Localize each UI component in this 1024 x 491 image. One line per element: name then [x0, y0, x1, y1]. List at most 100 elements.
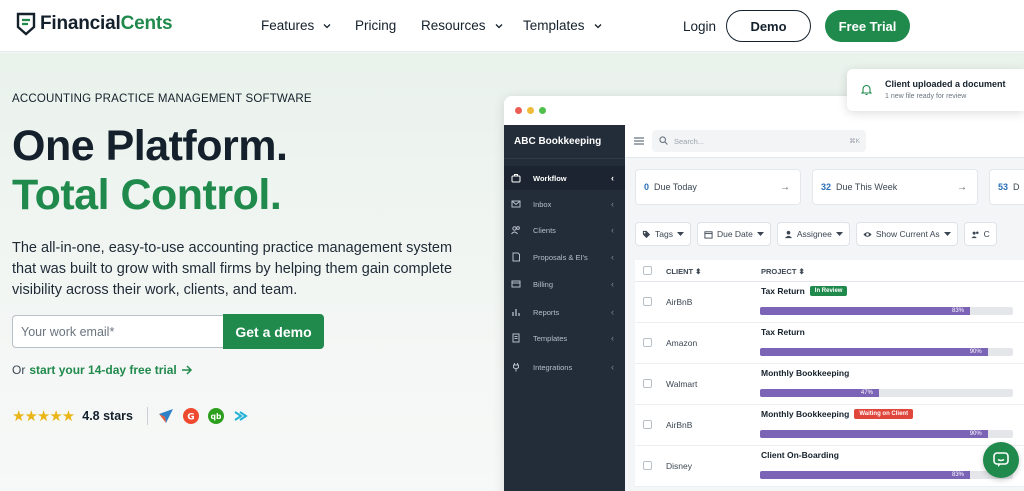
- project-name[interactable]: Monthly Bookkeeping: [761, 368, 849, 378]
- sidebar-divider: [504, 158, 625, 159]
- close-dot-icon: [515, 107, 522, 114]
- row-checkbox[interactable]: [643, 297, 652, 306]
- login-link[interactable]: Login: [683, 19, 716, 34]
- filter-c[interactable]: C: [963, 222, 997, 246]
- due-card[interactable]: 0 Due Today →: [635, 169, 801, 205]
- progress-label: 90%: [969, 349, 982, 355]
- chat-button[interactable]: [983, 442, 1019, 478]
- app-sidebar: ABC Bookkeeping Workflow ‹ Inbox ‹ Clients ‹ P…: [504, 125, 625, 491]
- progress-bar: 83%: [760, 307, 1013, 315]
- brand-name: FinancialCents: [40, 13, 173, 34]
- search-icon: [659, 136, 668, 145]
- project-name[interactable]: Monthly Bookkeeping Waiting on Client: [761, 409, 914, 419]
- quickbooks-icon: qb: [207, 408, 224, 424]
- row-checkbox[interactable]: [643, 379, 652, 388]
- svg-text:qb: qb: [211, 412, 222, 421]
- select-all-checkbox[interactable]: [643, 266, 652, 275]
- due-card[interactable]: 53 D: [989, 169, 1024, 205]
- chevron-left-icon: ‹: [611, 279, 614, 289]
- chevron-left-icon: ‹: [611, 362, 614, 372]
- chevron-left-icon: ‹: [611, 333, 614, 343]
- chevron-down-icon: [594, 23, 601, 28]
- minimize-dot-icon: [527, 107, 534, 114]
- sidebar-item-label: Billing: [533, 279, 554, 289]
- maximize-dot-icon: [539, 107, 546, 114]
- project-name[interactable]: Tax Return In Review: [761, 286, 848, 296]
- hero-eyebrow: ACCOUNTING PRACTICE MANAGEMENT SOFTWARE: [12, 93, 312, 105]
- brand-logo[interactable]: FinancialCents: [16, 12, 173, 36]
- sidebar-item-proposals-ei-s[interactable]: Proposals & EI's ‹: [504, 245, 625, 269]
- app-screenshot: ABC Bookkeeping Workflow ‹ Inbox ‹ Clients ‹ P…: [504, 96, 1024, 491]
- status-badge: Waiting on Client: [854, 409, 914, 419]
- project-name[interactable]: Client On-Boarding: [761, 450, 839, 460]
- caret-down-icon: [943, 231, 951, 236]
- free-trial-button[interactable]: Free Trial: [825, 10, 910, 42]
- nav-link-features[interactable]: Features: [261, 18, 332, 33]
- sidebar-item-billing[interactable]: Billing ‹: [504, 272, 625, 296]
- due-label: Due This Week: [836, 182, 898, 192]
- row-checkbox[interactable]: [643, 420, 652, 429]
- person-icon: [784, 230, 792, 238]
- sidebar-item-integrations[interactable]: Integrations ‹: [504, 355, 625, 379]
- bell-icon: [861, 84, 872, 96]
- app-search-input[interactable]: Search... ⌘K: [652, 130, 866, 152]
- notification-title: Client uploaded a document: [885, 79, 1006, 89]
- star-rating-icon: ★★★★★: [12, 408, 75, 425]
- work-email-input[interactable]: [12, 315, 224, 348]
- sidebar-item-label: Workflow: [533, 173, 567, 183]
- due-label: Due Today: [654, 182, 697, 192]
- sidebar-item-label: Templates: [533, 333, 568, 343]
- notification-toast[interactable]: Client uploaded a document 1 new file re…: [847, 69, 1024, 111]
- get-demo-button[interactable]: Get a demo: [223, 314, 324, 349]
- status-badge: In Review: [809, 286, 848, 296]
- sidebar-item-clients[interactable]: Clients ‹: [504, 218, 625, 242]
- tag-icon: [642, 230, 651, 238]
- nav-link-templates[interactable]: Templates: [523, 18, 603, 33]
- table-row[interactable]: Disney Client On-Boarding 83%: [635, 446, 1024, 487]
- chat-icon: [993, 452, 1009, 467]
- sidebar-item-inbox[interactable]: Inbox ‹: [504, 192, 625, 216]
- progress-label: 47%: [860, 390, 873, 396]
- table-row[interactable]: AirBnB Monthly Bookkeeping Waiting on Clie…: [635, 405, 1024, 446]
- progress-fill: [760, 348, 988, 356]
- demo-button[interactable]: Demo: [726, 10, 811, 42]
- table-row[interactable]: Amazon Tax Return 90%: [635, 323, 1024, 364]
- app-topbar: Search... ⌘K: [625, 125, 1024, 158]
- chevron-left-icon: ‹: [611, 307, 614, 317]
- filter-due-date[interactable]: Due Date: [696, 222, 771, 246]
- col-client[interactable]: CLIENT ⬍: [666, 267, 701, 276]
- rating-divider: [146, 407, 148, 425]
- sidebar-item-label: Reports: [533, 307, 560, 317]
- chevron-down-icon: [323, 23, 331, 28]
- top-navigation: FinancialCents Features Pricing Resources T…: [0, 0, 1024, 52]
- sidebar-item-reports[interactable]: Reports ‹: [504, 300, 625, 324]
- client-name: Disney: [666, 461, 692, 471]
- filter-assignee[interactable]: Assignee: [776, 222, 850, 246]
- due-card[interactable]: 32 Due This Week →: [812, 169, 978, 205]
- progress-bar: 47%: [760, 389, 1013, 397]
- row-checkbox[interactable]: [643, 338, 652, 347]
- getapp-icon: [234, 411, 248, 421]
- filter-tags[interactable]: Tags: [635, 222, 691, 246]
- menu-icon[interactable]: [634, 137, 644, 145]
- sidebar-item-workflow[interactable]: Workflow ‹: [504, 166, 625, 190]
- trial-link[interactable]: start your 14-day free trial: [29, 363, 192, 377]
- project-name[interactable]: Tax Return: [761, 327, 805, 337]
- due-label: D: [1013, 182, 1020, 192]
- hero-description: The all-in-one, easy-to-use accounting p…: [12, 240, 453, 298]
- arrow-right-icon: [181, 365, 192, 375]
- client-name: AirBnB: [666, 420, 693, 430]
- col-project[interactable]: PROJECT ⬍: [761, 267, 805, 276]
- client-name: Amazon: [666, 338, 698, 348]
- nav-link-pricing[interactable]: Pricing: [355, 18, 396, 33]
- progress-bar: 90%: [760, 348, 1013, 356]
- sidebar-item-templates[interactable]: Templates ‹: [504, 326, 625, 350]
- row-checkbox[interactable]: [643, 461, 652, 470]
- nav-link-resources[interactable]: Resources: [421, 18, 504, 33]
- table-row[interactable]: Walmart Monthly Bookkeeping 47%: [635, 364, 1024, 405]
- progress-bar: 83%: [760, 471, 1013, 479]
- table-row[interactable]: AirBnB Tax Return In Review 83%: [635, 282, 1024, 323]
- progress-label: 83%: [951, 472, 964, 478]
- filter-show-current-as[interactable]: Show Current As: [855, 222, 958, 246]
- g2-icon: G: [182, 408, 199, 424]
